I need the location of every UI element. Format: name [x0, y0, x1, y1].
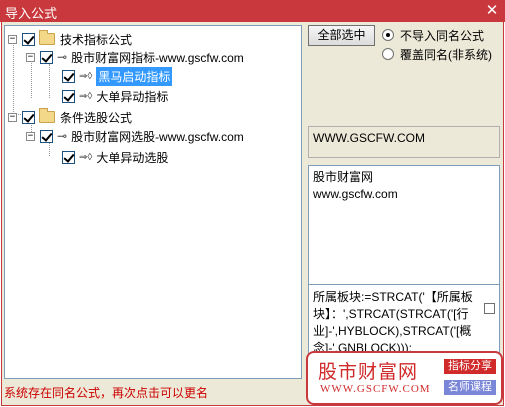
tree-node-label: 股市财富网指标-www.gscfw.com — [71, 50, 244, 65]
tree-checkbox[interactable] — [22, 32, 35, 46]
tree-node-label: 黑马启动指标 — [96, 66, 173, 86]
close-button[interactable]: ✕ — [483, 2, 501, 20]
radio-button[interactable] — [382, 29, 394, 41]
radio-button[interactable] — [382, 48, 394, 60]
tree-checkbox[interactable] — [22, 110, 35, 124]
description-line: 股市财富网 — [313, 170, 374, 184]
tree-node-label: 条件选股公式 — [60, 110, 133, 125]
formula-icon: ⇒◊ — [79, 151, 93, 163]
tree-node-label: 技术指标公式 — [60, 32, 133, 47]
tree-checkbox[interactable] — [40, 129, 53, 143]
formula-tree[interactable]: − 技术指标公式 − ⊸ 股市财富网指标-www.gscfw.com ⇒◊ 黑马… — [4, 25, 302, 379]
collapse-toggle[interactable]: − — [8, 34, 17, 44]
watermark-tag: 名师课程 — [444, 380, 496, 395]
tree-node-stock-selection[interactable]: − 条件选股公式 — [8, 108, 132, 126]
tree-node-dadan-indicator[interactable]: ⇒◊ 大单异动指标 — [62, 87, 168, 105]
radio-label: 覆盖同名(非系统) — [400, 47, 492, 62]
watermark-name: 股市财富网 — [318, 361, 419, 383]
watermark-logo: 股市财富网 WWW.GSCFW.COM 指标分享 名师课程 — [306, 351, 503, 405]
radio-no-import[interactable]: 不导入同名公式 — [382, 27, 484, 43]
tree-node-gscfw-indicators[interactable]: − ⊸ 股市财富网指标-www.gscfw.com — [26, 48, 244, 66]
radio-label: 不导入同名公式 — [400, 28, 485, 43]
watermark-url: WWW.GSCFW.COM — [320, 383, 431, 395]
formula-icon: ⇒◊ — [79, 70, 93, 82]
tree-checkbox[interactable] — [40, 50, 53, 64]
folder-icon — [39, 30, 55, 45]
tree-node-heima-indicator[interactable]: ⇒◊ 黑马启动指标 — [62, 66, 173, 86]
status-message: 系统存在同名公式，再次点击可以更名 — [4, 386, 209, 400]
title-bar: 导入公式 ✕ — [0, 0, 505, 22]
source-url-text: WWW.GSCFW.COM — [313, 131, 425, 145]
collapse-toggle[interactable]: − — [26, 52, 35, 62]
tree-node-gscfw-selection[interactable]: − ⊸ 股市财富网选股-www.gscfw.com — [26, 127, 244, 145]
tree-node-dadan-selection[interactable]: ⇒◊ 大单异动选股 — [62, 148, 168, 166]
folder-icon — [39, 108, 55, 123]
code-checkbox[interactable] — [484, 303, 495, 314]
collapse-toggle[interactable]: − — [26, 131, 35, 141]
tree-node-label: 大单异动指标 — [96, 89, 169, 104]
watermark-tag: 指标分享 — [444, 359, 496, 374]
tree-checkbox[interactable] — [62, 89, 75, 103]
description-line: www.gscfw.com — [313, 187, 398, 201]
tree-checkbox[interactable] — [62, 150, 75, 164]
formula-code-text: 所属板块:=STRCAT('【所属板块】：',STRCAT(STRCAT('[行… — [313, 290, 473, 355]
formula-description-box[interactable]: 股市财富网 www.gscfw.com — [308, 165, 500, 295]
tree-node-label: 大单异动选股 — [96, 150, 169, 165]
window-title: 导入公式 — [5, 6, 58, 21]
tree-node-tech-indicators[interactable]: − 技术指标公式 — [8, 30, 132, 48]
key-icon: ⊸ — [57, 50, 68, 64]
select-all-button[interactable]: 全部选中 — [308, 25, 375, 46]
dialog-body: − 技术指标公式 − ⊸ 股市财富网指标-www.gscfw.com ⇒◊ 黑马… — [1, 22, 504, 406]
tree-checkbox[interactable] — [62, 69, 75, 83]
key-icon: ⊸ — [57, 129, 68, 143]
radio-overwrite[interactable]: 覆盖同名(非系统) — [382, 46, 492, 62]
formula-icon: ⇒◊ — [79, 90, 93, 102]
collapse-toggle[interactable]: − — [8, 112, 17, 122]
formula-source-field: WWW.GSCFW.COM — [308, 126, 500, 158]
tree-node-label: 股市财富网选股-www.gscfw.com — [71, 129, 244, 144]
